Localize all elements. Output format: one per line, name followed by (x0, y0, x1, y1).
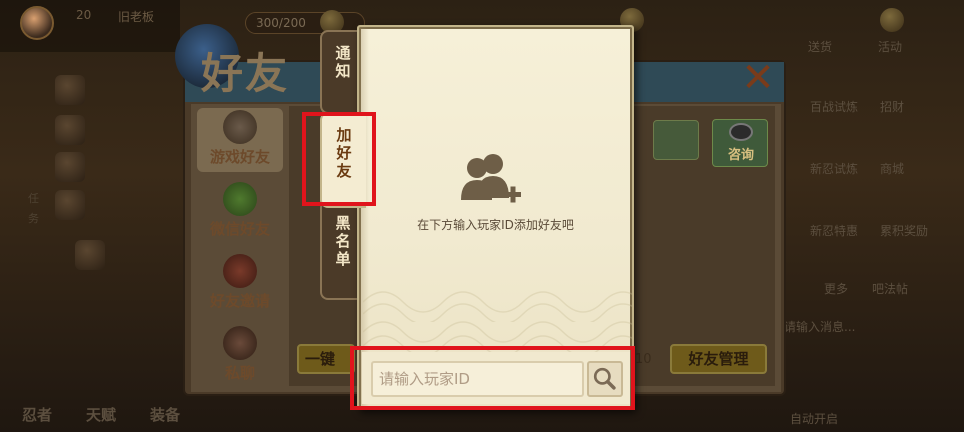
tab-label: 游戏好友 (209, 148, 270, 166)
side-task-label-1: 任 (28, 192, 39, 205)
tab-game-friends[interactable]: 游戏好友 (197, 108, 283, 172)
friend-count: 10 (635, 352, 652, 367)
friend-manage-button[interactable]: 好友管理 (670, 344, 767, 374)
mail-icon[interactable] (55, 152, 85, 182)
one-click-button[interactable]: 一键 (297, 344, 355, 374)
top-right-label-1: 活动 (878, 40, 903, 54)
highlight-search-bar (350, 346, 635, 410)
energy-value: 300/200 (256, 16, 306, 30)
game-friends-icon (223, 110, 257, 144)
tab-private-chat[interactable]: 私聊 (197, 324, 283, 388)
right-label-8[interactable]: 吧法帖 (872, 280, 908, 297)
bottom-menu-equip[interactable]: 装备 (150, 404, 180, 425)
right-label-4[interactable]: 商城 (880, 160, 904, 177)
side-task-label-2: 务 (28, 212, 39, 225)
right-label-1[interactable]: 百战试炼 (810, 98, 858, 115)
add-friend-icon (461, 154, 521, 203)
right-label-3[interactable]: 新忍试炼 (810, 160, 858, 177)
tab-label: 微信好友 (209, 220, 270, 238)
tab-label: 好友邀请 (209, 292, 270, 310)
tab-blacklist-label: 黑名单 (335, 214, 351, 268)
private-chat-icon (223, 326, 257, 360)
bottom-menu-talent[interactable]: 天赋 (86, 404, 116, 425)
invite-icon (223, 254, 257, 288)
top-right-label-2: 送货 (808, 40, 833, 54)
bottom-menu-ninja[interactable]: 忍者 (22, 404, 52, 425)
tab-notifications-label: 通知 (335, 44, 351, 80)
tab-friend-invite[interactable]: 好友邀请 (197, 252, 283, 316)
consult-button[interactable]: 咨询 (712, 119, 768, 167)
chat-icon[interactable] (55, 115, 85, 145)
consult-label: 咨询 (727, 148, 754, 163)
activity-icon[interactable] (880, 8, 904, 32)
chat-hint[interactable]: 请输入消息... (784, 318, 855, 335)
empty-state-message: 在下方输入玩家ID添加好友吧 (417, 218, 574, 232)
home-icon[interactable] (55, 190, 85, 220)
player-avatar[interactable] (20, 6, 54, 40)
player-level: 20 (76, 8, 92, 22)
right-label-6[interactable]: 累积奖励 (880, 222, 928, 239)
right-label-5[interactable]: 新忍特惠 (810, 222, 858, 239)
player-name: 旧老板 (118, 10, 155, 24)
close-icon[interactable]: ✕ (736, 58, 780, 98)
social-icon[interactable] (75, 240, 105, 270)
wechat-icon (223, 182, 257, 216)
speech-bubble-icon (729, 123, 753, 141)
tab-wechat-friends[interactable]: 微信好友 (197, 180, 283, 244)
right-label-2[interactable]: 招财 (880, 98, 904, 115)
highlight-add-friend-tab (302, 112, 376, 206)
settings-icon[interactable] (55, 75, 85, 105)
friends-tab-list: 游戏好友 微信好友 好友邀请 私聊 (191, 106, 287, 386)
cat-avatar-button[interactable] (653, 120, 699, 160)
auto-start-label: 自动开启 (790, 412, 839, 426)
right-label-7[interactable]: 更多 (824, 280, 848, 297)
tab-label: 私聊 (224, 364, 255, 382)
